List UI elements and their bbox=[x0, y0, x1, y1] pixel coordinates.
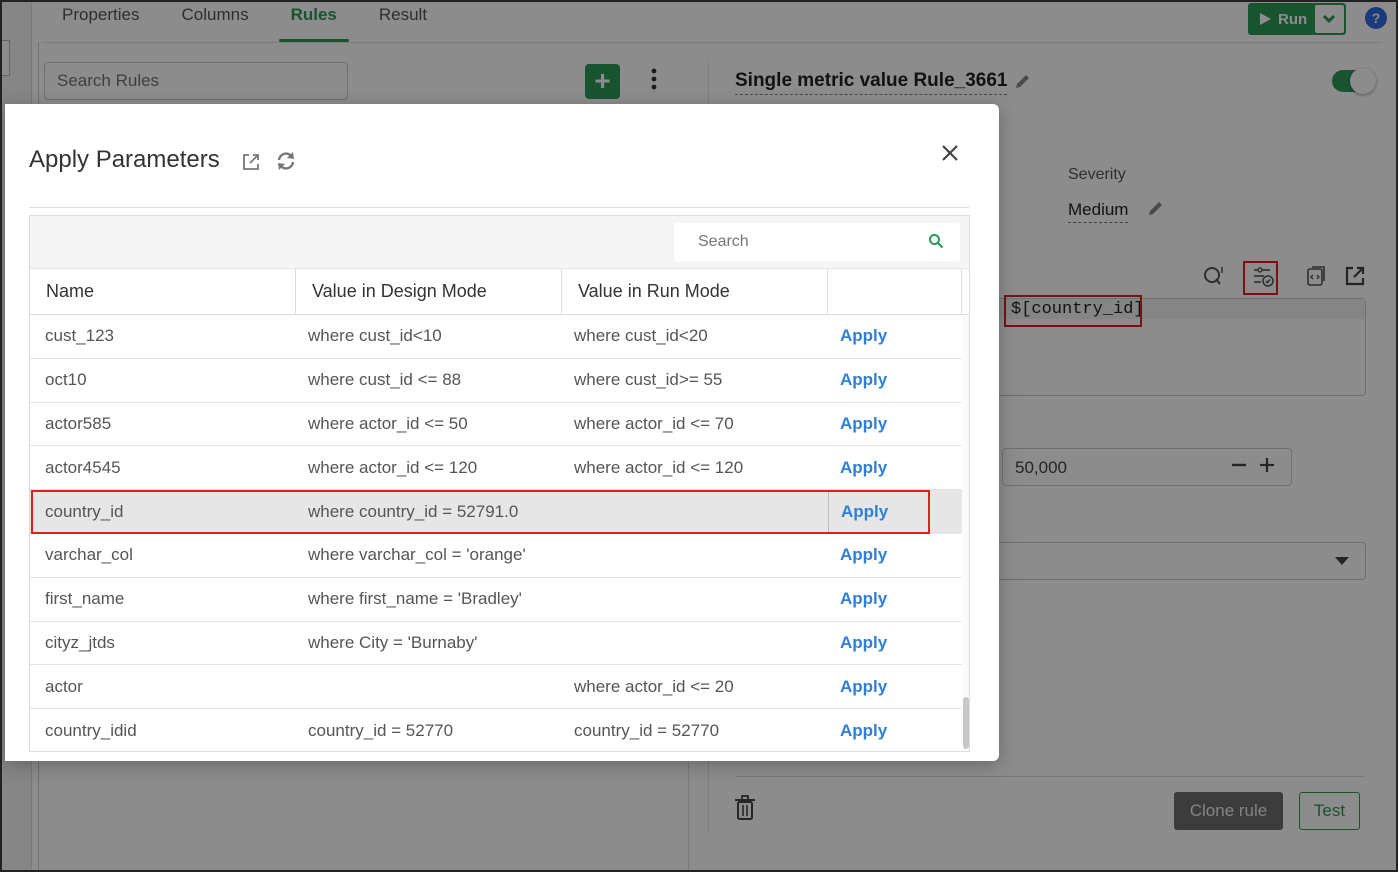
table-row[interactable]: actor where actor_id <= 20 Apply bbox=[30, 665, 962, 710]
table-row[interactable]: actor4545 where actor_id <= 120 where ac… bbox=[30, 446, 962, 491]
parameters-table: Name Value in Design Mode Value in Run M… bbox=[29, 215, 970, 752]
design-value: country_id = 52770 bbox=[308, 720, 454, 740]
table-row[interactable]: cust_123 where cust_id<10 where cust_id<… bbox=[30, 315, 962, 359]
refresh-icon[interactable] bbox=[275, 150, 297, 172]
column-header-run-value[interactable]: Value in Run Mode bbox=[562, 269, 828, 315]
apply-button[interactable]: Apply bbox=[828, 589, 962, 609]
apply-button[interactable]: Apply bbox=[828, 326, 962, 346]
table-row[interactable]: first_name where first_name = 'Bradley' … bbox=[30, 578, 962, 622]
design-value: where cust_id<10 bbox=[308, 326, 442, 346]
table-row[interactable]: actor585 where actor_id <= 50 where acto… bbox=[30, 403, 962, 447]
scrollbar-thumb[interactable] bbox=[963, 697, 969, 749]
table-row[interactable]: country_idid country_id = 52770 country_… bbox=[30, 709, 962, 751]
dialog-title: Apply Parameters bbox=[29, 146, 220, 173]
selected-row-highlight bbox=[31, 490, 930, 534]
apply-button[interactable]: Apply bbox=[828, 414, 962, 434]
param-name: actor4545 bbox=[45, 457, 121, 477]
run-value: where actor_id <= 70 bbox=[574, 413, 734, 433]
design-value: where actor_id <= 50 bbox=[308, 413, 468, 433]
apply-button[interactable]: Apply bbox=[828, 633, 962, 653]
design-value: where City = 'Burnaby' bbox=[308, 632, 478, 652]
apply-button[interactable]: Apply bbox=[828, 677, 962, 697]
column-header-action bbox=[828, 269, 962, 315]
param-name: varchar_col bbox=[45, 545, 133, 565]
column-header-name[interactable]: Name bbox=[30, 269, 296, 315]
run-value: country_id = 52770 bbox=[574, 720, 720, 740]
column-header-design-value[interactable]: Value in Design Mode bbox=[296, 269, 562, 315]
param-name: first_name bbox=[45, 589, 125, 609]
table-header: Name Value in Design Mode Value in Run M… bbox=[30, 269, 969, 315]
table-scrollbar[interactable] bbox=[963, 315, 969, 751]
design-value: where cust_id <= 88 bbox=[308, 370, 462, 390]
search-icon[interactable] bbox=[928, 233, 944, 249]
param-name: actor585 bbox=[45, 413, 112, 433]
param-name: country_idid bbox=[45, 720, 137, 740]
apply-button[interactable]: Apply bbox=[828, 458, 962, 478]
apply-button[interactable]: Apply bbox=[828, 721, 962, 741]
table-row[interactable]: varchar_col where varchar_col = 'orange'… bbox=[30, 534, 962, 578]
divider bbox=[29, 207, 969, 208]
param-name: oct10 bbox=[45, 370, 87, 390]
design-value: where first_name = 'Bradley' bbox=[308, 589, 522, 609]
run-value: where cust_id>= 55 bbox=[574, 370, 723, 390]
search-input[interactable] bbox=[674, 223, 960, 261]
table-row[interactable]: oct10 where cust_id <= 88 where cust_id>… bbox=[30, 359, 962, 403]
run-value: where actor_id <= 20 bbox=[574, 676, 734, 696]
apply-button[interactable]: Apply bbox=[828, 370, 962, 390]
apply-button[interactable]: Apply bbox=[828, 545, 962, 565]
run-value: where cust_id<20 bbox=[574, 326, 708, 346]
close-icon[interactable] bbox=[939, 142, 961, 164]
app-window: Properties Columns Rules Result Run ? + … bbox=[0, 0, 1398, 872]
param-name: actor bbox=[45, 676, 83, 696]
table-row[interactable]: cityz_jtds where City = 'Burnaby' Apply bbox=[30, 622, 962, 666]
external-link-icon[interactable] bbox=[241, 152, 261, 172]
apply-parameters-dialog: Apply Parameters Name Value in Design Mo… bbox=[5, 104, 999, 761]
run-value: where actor_id <= 120 bbox=[574, 457, 744, 477]
param-name: cust_123 bbox=[45, 326, 114, 346]
param-name: cityz_jtds bbox=[45, 632, 115, 652]
design-value: where varchar_col = 'orange' bbox=[308, 545, 526, 565]
design-value: where actor_id <= 120 bbox=[308, 457, 478, 477]
table-toolbar bbox=[30, 216, 969, 269]
